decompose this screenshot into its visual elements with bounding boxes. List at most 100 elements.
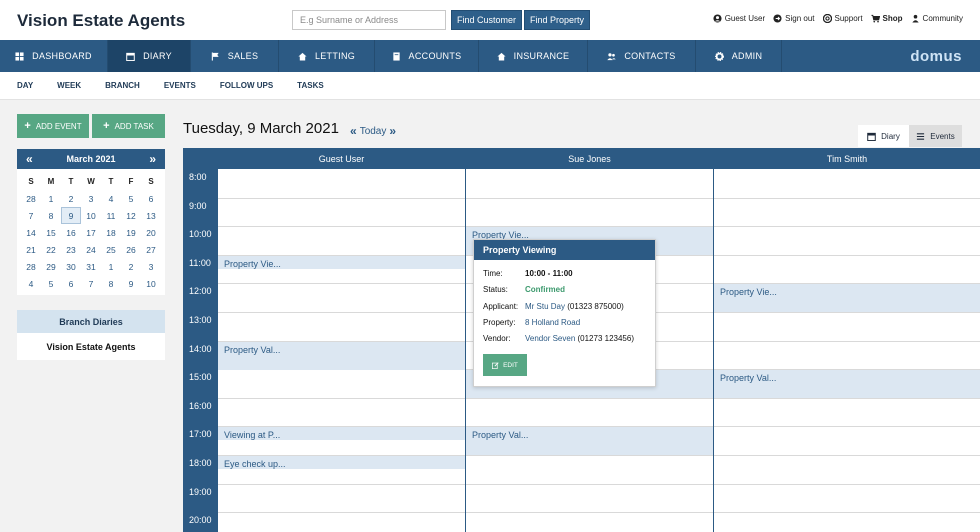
calendar-day[interactable]: 13: [141, 207, 161, 224]
time-label: 15:00: [189, 372, 212, 382]
diary-event[interactable]: Property Vie...: [218, 256, 465, 269]
calendar-day[interactable]: 3: [81, 190, 101, 207]
calendar-day[interactable]: 23: [61, 241, 81, 258]
today-link[interactable]: Today: [360, 126, 387, 137]
next-month-icon[interactable]: »: [149, 152, 156, 166]
add-event-button[interactable]: + ADD EVENT: [17, 114, 89, 138]
diary-event[interactable]: Property Vie...: [714, 284, 980, 312]
calendar-day[interactable]: 7: [81, 275, 101, 292]
calendar-day[interactable]: 4: [101, 190, 121, 207]
calendar-day[interactable]: 8: [41, 207, 61, 224]
nav-admin[interactable]: ADMIN: [696, 40, 782, 72]
calendar-day[interactable]: 2: [61, 190, 81, 207]
flag-icon: [211, 51, 219, 61]
sign-out-label: Sign out: [785, 14, 815, 23]
sign-out-icon: [773, 14, 782, 23]
nav-diary[interactable]: DIARY: [108, 40, 191, 72]
calendar-day[interactable]: 28: [21, 190, 41, 207]
calendar-day[interactable]: 5: [121, 190, 141, 207]
calendar-day[interactable]: 31: [81, 258, 101, 275]
nav-letting[interactable]: LETTING: [279, 40, 375, 72]
calendar-day[interactable]: 24: [81, 241, 101, 258]
search-input[interactable]: [292, 10, 446, 30]
subnav-day[interactable]: DAY: [17, 81, 33, 90]
subnav-follow-ups[interactable]: FOLLOW UPS: [220, 81, 273, 90]
calendar-day[interactable]: 12: [121, 207, 141, 224]
add-task-button[interactable]: + ADD TASK: [92, 114, 165, 138]
calendar-day[interactable]: 10: [81, 207, 101, 224]
calendar-day[interactable]: 27: [141, 241, 161, 258]
tab-events[interactable]: Events: [909, 125, 962, 147]
next-day-icon[interactable]: »: [389, 124, 396, 138]
nav-sales[interactable]: SALES: [191, 40, 279, 72]
support-link[interactable]: Support: [822, 14, 863, 23]
calendar-day[interactable]: 9: [121, 275, 141, 292]
edit-button[interactable]: EDIT: [483, 354, 527, 376]
calendar-day[interactable]: 18: [101, 224, 121, 241]
calendar-day[interactable]: 21: [21, 241, 41, 258]
community-link[interactable]: Community: [911, 14, 963, 23]
calendar-day[interactable]: 9: [61, 207, 81, 224]
diary-event[interactable]: Property Val...: [466, 427, 713, 455]
calendar-day[interactable]: 7: [21, 207, 41, 224]
find-property-button[interactable]: Find Property: [524, 10, 590, 30]
calendar-day[interactable]: 14: [21, 224, 41, 241]
calendar-day[interactable]: 30: [61, 258, 81, 275]
calendar-day[interactable]: 16: [61, 224, 81, 241]
calendar-day[interactable]: 2: [121, 258, 141, 275]
nav-accounts[interactable]: ACCOUNTS: [375, 40, 479, 72]
tab-diary[interactable]: Diary: [858, 125, 909, 147]
time-label: 20:00: [189, 515, 212, 525]
calendar-day[interactable]: 19: [121, 224, 141, 241]
calendar-day[interactable]: 10: [141, 275, 161, 292]
calendar-day[interactable]: 11: [101, 207, 121, 224]
calendar-day[interactable]: 3: [141, 258, 161, 275]
nav-contacts[interactable]: CONTACTS: [588, 40, 696, 72]
calendar-day[interactable]: 1: [101, 258, 121, 275]
calendar-day[interactable]: 4: [21, 275, 41, 292]
branch-diaries-value[interactable]: Vision Estate Agents: [17, 333, 165, 360]
popup-vendor-link[interactable]: Vendor Seven: [525, 334, 575, 343]
shop-link[interactable]: Shop: [870, 14, 903, 23]
calendar-day[interactable]: 8: [101, 275, 121, 292]
plus-icon: +: [24, 120, 31, 132]
nav-insurance-label: INSURANCE: [513, 51, 570, 61]
sign-out-link[interactable]: Sign out: [773, 14, 815, 23]
diary-event[interactable]: Property Val...: [714, 370, 980, 398]
add-event-label: ADD EVENT: [35, 121, 82, 131]
shop-label: Shop: [882, 14, 903, 23]
calendar-day[interactable]: 20: [141, 224, 161, 241]
nav-insurance[interactable]: INSURANCE: [479, 40, 588, 72]
calendar-day[interactable]: 26: [121, 241, 141, 258]
popup-applicant-link[interactable]: Mr Stu Day: [525, 302, 565, 311]
nav-dashboard[interactable]: DASHBOARD: [0, 40, 108, 72]
calendar-day[interactable]: 6: [61, 275, 81, 292]
subnav-branch[interactable]: BRANCH: [105, 81, 140, 90]
popup-status-label: Status:: [483, 285, 508, 294]
diary-event[interactable]: Eye check up...: [218, 456, 465, 469]
guest-user-link[interactable]: Guest User: [713, 14, 765, 23]
diary-column-header: Sue Jones: [568, 153, 611, 164]
hour-gridline: [714, 312, 980, 313]
diary-event[interactable]: Property Val...: [218, 342, 465, 370]
calendar-day[interactable]: 17: [81, 224, 101, 241]
popup-vendor-row: Vendor: Vendor Seven (01273 123456): [483, 334, 634, 343]
house-shield-icon: [497, 52, 506, 61]
prev-day-icon[interactable]: «: [350, 124, 357, 138]
diary-event[interactable]: Viewing at P...: [218, 427, 465, 440]
calendar-day[interactable]: 15: [41, 224, 61, 241]
calendar-day[interactable]: 6: [141, 190, 161, 207]
calendar-day[interactable]: 29: [41, 258, 61, 275]
calendar-day[interactable]: 22: [41, 241, 61, 258]
subnav-week[interactable]: WEEK: [57, 81, 81, 90]
popup-property-link[interactable]: 8 Holland Road: [525, 318, 580, 327]
calendar-day[interactable]: 28: [21, 258, 41, 275]
calendar-day[interactable]: 25: [101, 241, 121, 258]
find-customer-button[interactable]: Find Customer: [451, 10, 522, 30]
subnav-events[interactable]: EVENTS: [164, 81, 196, 90]
prev-month-icon[interactable]: «: [26, 152, 33, 166]
diary-column[interactable]: [714, 169, 980, 532]
subnav-tasks[interactable]: TASKS: [297, 81, 324, 90]
calendar-day[interactable]: 1: [41, 190, 61, 207]
calendar-day[interactable]: 5: [41, 275, 61, 292]
